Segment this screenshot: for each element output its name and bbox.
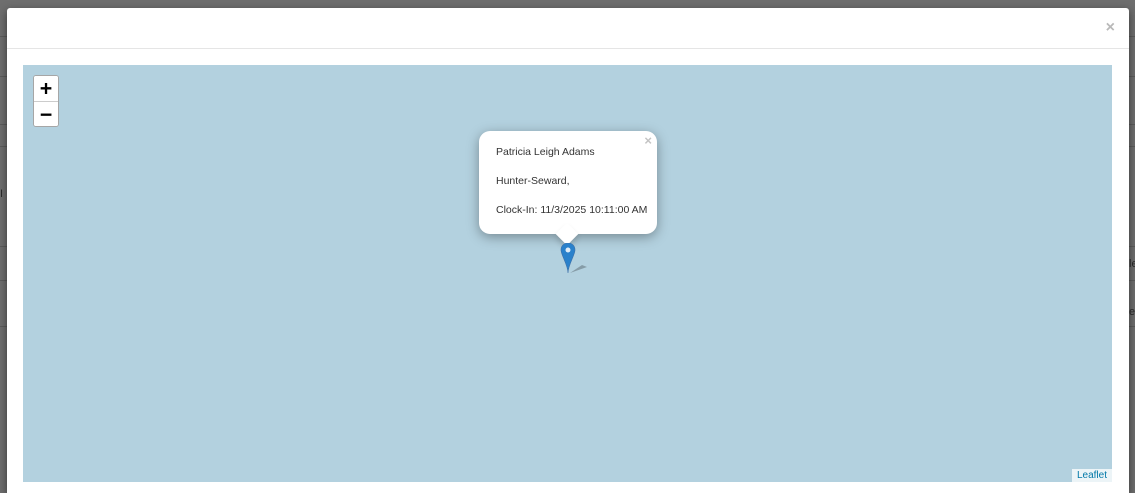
modal-close-button[interactable]: × [1106, 18, 1115, 38]
zoom-control: + − [33, 75, 59, 127]
leaflet-attribution-link[interactable]: Leaflet [1071, 469, 1112, 482]
popup-location: Hunter-Seward, [496, 175, 570, 187]
popup-close-button[interactable]: × [644, 133, 652, 148]
map-marker-icon[interactable] [560, 243, 590, 275]
popup-tip [555, 222, 579, 246]
background-text-fragment: ea [1129, 306, 1135, 318]
map-modal: × + − × Patricia Leigh Adams Hunter-Sewa… [7, 8, 1129, 493]
zoom-out-button[interactable]: − [34, 101, 58, 126]
background-text-fragment: le [1129, 258, 1135, 270]
background-text-fragment: I [0, 188, 4, 200]
zoom-in-button[interactable]: + [34, 76, 58, 101]
modal-header: × [7, 8, 1129, 49]
popup-employee-name: Patricia Leigh Adams [496, 146, 595, 158]
popup-clock-in: Clock-In: 11/3/2025 10:11:00 AM [496, 204, 648, 216]
map-view[interactable]: + − × Patricia Leigh Adams Hunter-Seward… [23, 65, 1112, 482]
marker-popup: × Patricia Leigh Adams Hunter-Seward, Cl… [479, 131, 657, 246]
